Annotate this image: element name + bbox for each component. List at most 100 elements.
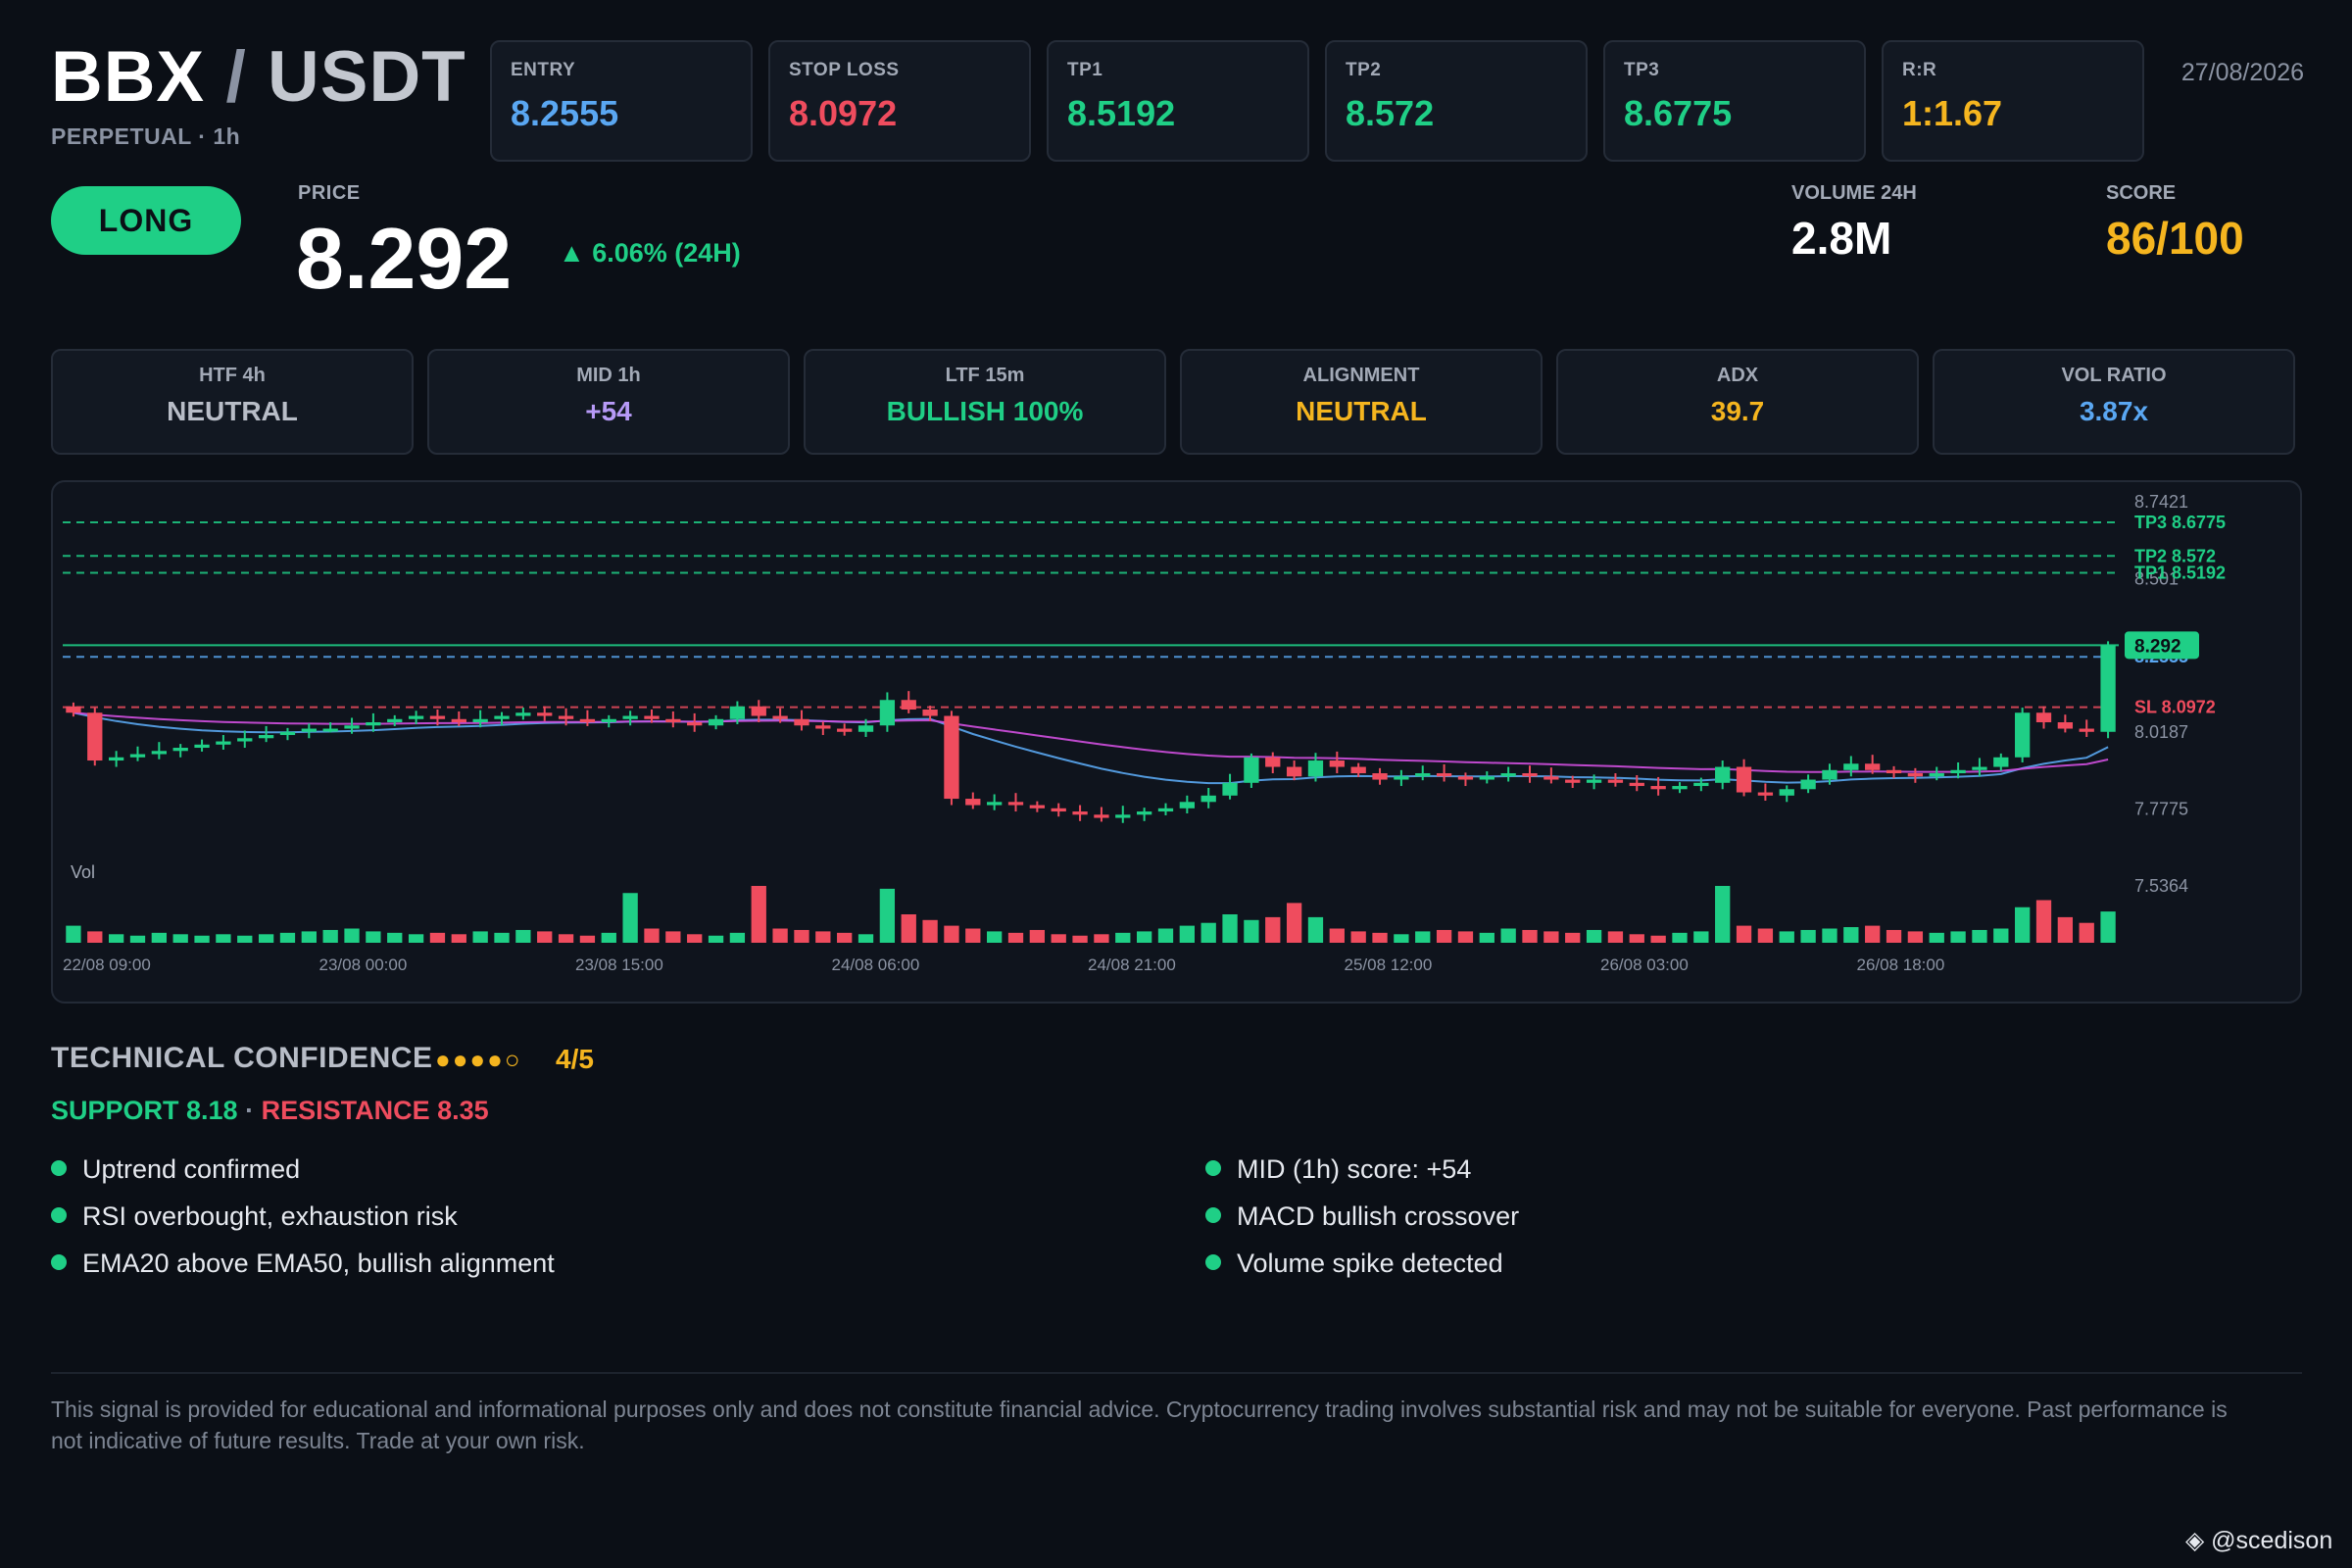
candle	[451, 718, 466, 723]
candle	[2079, 728, 2094, 732]
candle	[1544, 776, 1559, 780]
volume-bar	[1479, 932, 1494, 943]
x-tick-label: 24/08 06:00	[832, 956, 920, 974]
candle	[751, 706, 766, 716]
volume-bar	[1607, 931, 1624, 943]
bullet-dot-icon	[1205, 1160, 1221, 1176]
candle	[366, 722, 381, 726]
quote-asset: USDT	[268, 37, 466, 117]
volume-bar	[344, 928, 360, 943]
candle	[1179, 802, 1195, 808]
volume-bar	[87, 931, 103, 943]
technical-confidence-title: TECHNICAL CONFIDENCE	[51, 1042, 433, 1074]
volume-bar	[1265, 916, 1281, 943]
volume-bar	[2057, 916, 2074, 943]
volume-bar	[1544, 931, 1559, 943]
candle	[558, 715, 574, 719]
bullet-dot-icon	[51, 1207, 67, 1223]
resistance-level: RESISTANCE 8.35	[261, 1096, 489, 1125]
volume-bar	[472, 931, 488, 943]
adx-label: ADX	[1716, 365, 1759, 386]
candle	[1051, 808, 1066, 812]
candle	[1094, 814, 1109, 818]
candle	[1865, 763, 1881, 770]
stop-loss-label: STOP LOSS	[789, 60, 900, 80]
htf-card: HTF 4h NEUTRAL	[51, 349, 414, 455]
candle	[258, 735, 274, 739]
divider	[51, 1372, 2302, 1374]
volume-bar	[772, 928, 788, 943]
volume-bar	[322, 929, 338, 943]
bullet-text: MACD bullish crossover	[1237, 1201, 1520, 1231]
list-item: RSI overbought, exhaustion risk	[51, 1201, 458, 1232]
score-value: 86/100	[2106, 213, 2244, 264]
candle	[687, 722, 703, 726]
volume-bar	[794, 929, 809, 943]
candle	[1244, 757, 1259, 783]
candle	[87, 712, 103, 761]
volume-bar	[301, 931, 317, 943]
price-chart: 8.7421 8.501 8.0187 7.7775 7.5364 TP3 8.6775 T…	[51, 480, 2302, 1004]
candle	[815, 725, 831, 729]
candle	[1629, 782, 1644, 787]
candle	[1372, 773, 1388, 780]
candle	[644, 715, 660, 719]
chart-canvas: 8.74218.5018.01877.77757.5364TP3 8.6775T…	[63, 492, 2226, 974]
ltf-label: LTF 15m	[945, 365, 1025, 386]
volume-bar	[279, 932, 296, 943]
volume-bar	[237, 935, 253, 943]
candle	[1886, 769, 1902, 774]
pair-separator: /	[225, 37, 247, 117]
volume-bar	[1757, 928, 1774, 943]
sr-separator: ·	[237, 1096, 262, 1125]
bullet-dot-icon	[51, 1254, 67, 1270]
volume-bar	[815, 931, 831, 943]
tp2-card: TP2 8.572	[1325, 40, 1588, 162]
candle	[1822, 769, 1838, 780]
candle	[1479, 776, 1494, 780]
volume-bar	[494, 932, 510, 943]
volume-bar	[1329, 928, 1345, 943]
volume-bar	[1736, 925, 1752, 943]
candle	[279, 731, 296, 736]
volume-bar	[108, 934, 124, 943]
volume-bar	[751, 886, 766, 943]
candle	[772, 715, 788, 719]
list-item: MID (1h) score: +54	[1205, 1154, 1471, 1185]
volume-bar	[66, 925, 81, 943]
candle	[1800, 779, 1816, 790]
volume-bar	[1007, 932, 1024, 943]
candle	[108, 757, 124, 761]
ltf-card: LTF 15m BULLISH 100%	[804, 349, 1166, 455]
volume-value: 2.8M	[1791, 213, 1892, 264]
candle	[1607, 779, 1624, 783]
candle	[1565, 779, 1581, 783]
volume-bar	[1565, 932, 1581, 943]
candle	[1029, 805, 1046, 808]
candle	[1007, 802, 1024, 806]
volume-bar	[1822, 928, 1838, 943]
candle	[322, 728, 338, 732]
bullet-dot-icon	[51, 1160, 67, 1176]
candle	[1072, 811, 1088, 815]
risk-reward-label: R:R	[1902, 60, 1937, 80]
y-tick-label: 7.7775	[2134, 800, 2188, 819]
entry-card: ENTRY 8.2555	[490, 40, 753, 162]
candle	[987, 802, 1003, 806]
candle	[237, 738, 253, 742]
candle	[1715, 766, 1731, 783]
volume-bar	[1436, 929, 1452, 943]
candle	[2015, 712, 2031, 758]
tp1-value: 8.5192	[1067, 93, 1176, 133]
volume-bar	[1157, 928, 1174, 943]
volume-bar	[1843, 927, 1859, 943]
candle	[965, 799, 981, 806]
candle	[1307, 760, 1324, 777]
candle	[1394, 776, 1409, 780]
tp3-value: 8.6775	[1624, 93, 1733, 133]
candle	[944, 715, 959, 800]
candle	[1522, 773, 1538, 777]
tp1-card: TP1 8.5192	[1047, 40, 1309, 162]
bullet-text: RSI overbought, exhaustion risk	[82, 1201, 458, 1231]
candle	[66, 706, 81, 713]
